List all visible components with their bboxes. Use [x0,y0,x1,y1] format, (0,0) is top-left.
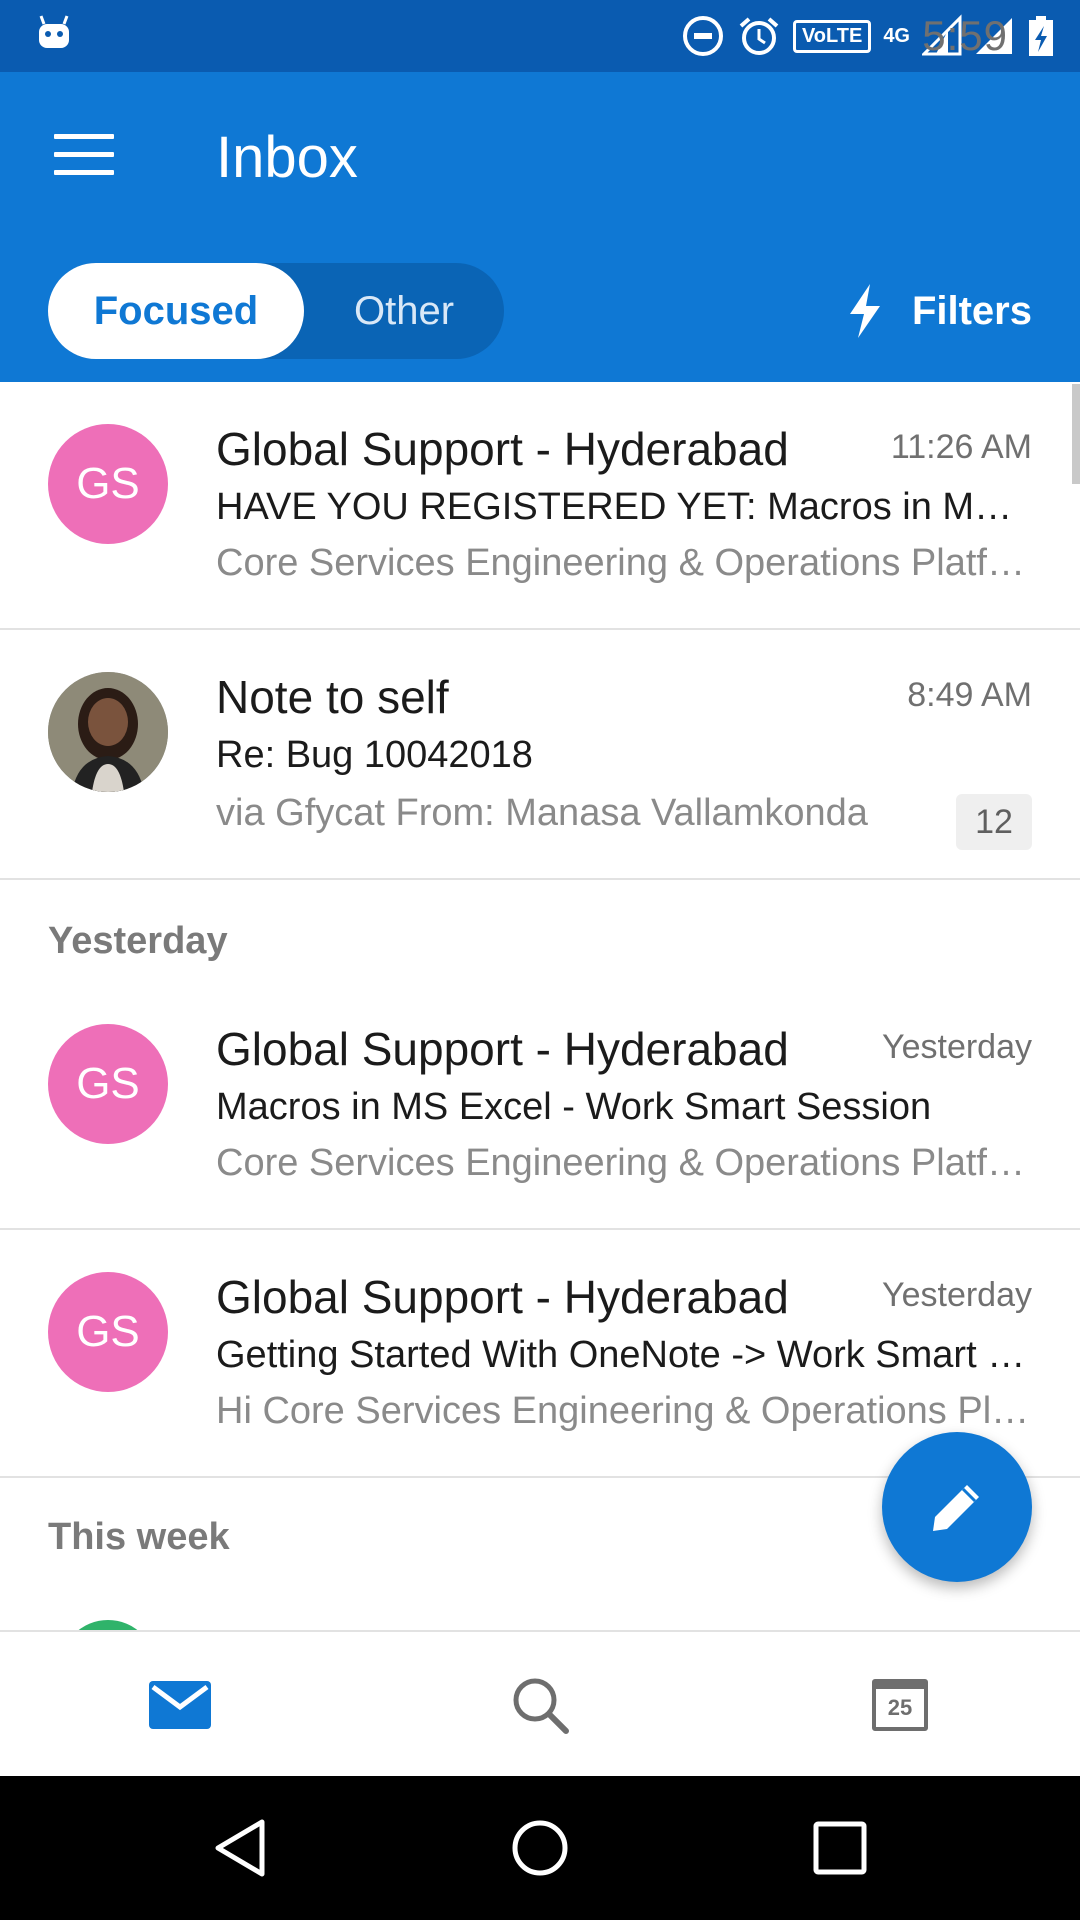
status-bar: VoLTE 4G 5:59 [0,0,1080,72]
message-row[interactable]: GS Global Support - Hyderabad Yesterday … [0,1230,1080,1478]
message-time: Yesterday [882,1276,1032,1314]
home-icon [512,1820,568,1876]
message-sender: Global Support - Hyderabad [216,1271,789,1323]
filters-button[interactable]: Filters [848,272,1032,350]
calendar-day: 25 [887,1695,913,1720]
message-preview: via Gfycat From: Manasa Vallamkonda [216,792,868,834]
message-sender: Global Support - Hyderabad [216,423,789,475]
calendar-icon: 25 [872,1679,928,1731]
recents-icon [813,1821,867,1875]
app-bar: Inbox Focused Other Filters [0,72,1080,382]
message-time: Yesterday [882,1028,1032,1066]
recents-button[interactable] [740,1776,940,1920]
section-header-this-week: This week [48,1516,230,1558]
avatar: GS [48,1024,168,1144]
network-label: 4G [883,24,910,47]
message-subject: Getting Started With OneNote -> Work Sma… [216,1334,1032,1376]
scrollbar[interactable] [1072,384,1080,484]
menu-icon[interactable] [54,134,114,176]
bottom-navigation: 25 [0,1630,1080,1776]
home-button[interactable] [440,1776,640,1920]
android-icon [39,15,69,48]
tab-focused[interactable]: Focused [48,263,304,359]
avatar [48,672,168,792]
filters-label: Filters [911,288,1032,333]
avatar: GS [48,1272,168,1392]
nav-search[interactable] [360,1632,720,1778]
message-preview: Core Services Engineering & Operations P… [216,542,1032,584]
system-navigation-bar [0,1776,1080,1920]
back-icon [215,1819,265,1877]
dnd-icon [682,16,723,56]
mail-icon [149,1681,211,1729]
search-icon [513,1678,569,1734]
alarm-icon [739,17,779,55]
message-subject: HAVE YOU REGISTERED YET: Macros in MS Ex… [216,486,1032,528]
thread-count-badge: 12 [956,794,1032,850]
clock: 5:59 [922,12,1008,59]
message-row[interactable]: GS Global Support - Hyderabad Yesterday … [0,982,1080,1230]
message-row[interactable]: Note to self 8:49 AM Re: Bug 10042018 vi… [0,630,1080,880]
back-button[interactable] [140,1776,340,1920]
page-title: Inbox [216,125,358,190]
message-time: 11:26 AM [890,428,1032,466]
battery-icon [1029,16,1053,56]
nav-calendar[interactable]: 25 [720,1632,1080,1778]
message-sender: Note to self [216,671,449,723]
message-preview: Hi Core Services Engineering & Operation… [216,1390,1032,1432]
message-subject: Macros in MS Excel - Work Smart Session [216,1086,932,1128]
message-row[interactable]: GS Global Support - Hyderabad 11:26 AM H… [0,382,1080,630]
message-preview: Core Services Engineering & Operations P… [216,1142,1032,1184]
nav-mail[interactable] [0,1632,360,1778]
profile-photo [48,672,168,792]
inbox-segmented-control: Focused Other [48,263,504,359]
message-time: 8:49 AM [907,676,1032,714]
lightning-icon [849,284,880,338]
section-header-yesterday: Yesterday [48,920,228,962]
partial-avatar [60,1620,156,1630]
pencil-icon [933,1485,979,1531]
volte-icon: VoLTE [792,19,872,53]
message-subject: Re: Bug 10042018 [216,734,533,776]
message-sender: Global Support - Hyderabad [216,1023,789,1075]
avatar: GS [48,424,168,544]
compose-button[interactable] [882,1432,1032,1582]
tab-other[interactable]: Other [304,263,504,359]
